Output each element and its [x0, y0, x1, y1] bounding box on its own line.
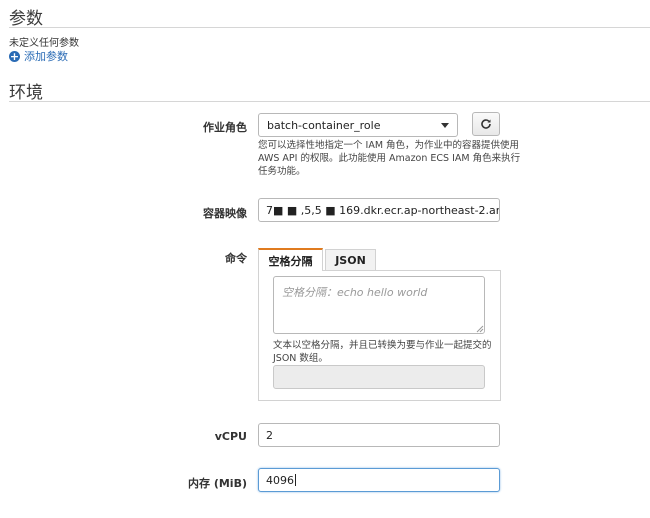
- container-image-label: 容器映像: [203, 207, 247, 220]
- vcpu-value: 2: [266, 428, 273, 442]
- job-role-select[interactable]: batch-container_role: [258, 113, 458, 137]
- vcpu-input[interactable]: 2: [258, 423, 500, 447]
- job-role-value: batch-container_role: [267, 118, 381, 132]
- command-textarea[interactable]: 空格分隔：echo hello world: [273, 276, 485, 334]
- command-placeholder: 空格分隔：echo hello world: [282, 286, 428, 299]
- tab-space-delimited[interactable]: 空格分隔: [258, 248, 323, 271]
- vcpu-label: vCPU: [214, 430, 247, 443]
- chevron-down-icon: [441, 122, 449, 128]
- memory-label: 内存 (MiB): [188, 477, 247, 490]
- command-label: 命令: [225, 252, 247, 265]
- command-help-line: JSON 数组。: [273, 353, 328, 364]
- job-role-help-line: 任务功能。: [258, 166, 306, 177]
- tab-json-label: JSON: [335, 253, 366, 267]
- memory-input[interactable]: 4096: [258, 468, 500, 492]
- command-help: 文本以空格分隔，并且已转换为要与作业一起提交的 JSON 数组。: [273, 339, 492, 365]
- plus-circle-icon: +: [9, 49, 20, 63]
- tab-json[interactable]: JSON: [325, 249, 376, 271]
- job-role-help: 您可以选择性地指定一个 IAM 角色，为作业中的容器提供使用 AWS API 的…: [258, 139, 520, 178]
- params-empty-text: 未定义任何参数: [9, 38, 79, 49]
- container-image-input[interactable]: 7■ ■ ,5,5 ■ 169.dkr.ecr.ap-northeast-2.a…: [258, 198, 500, 222]
- refresh-button[interactable]: [472, 112, 500, 136]
- refresh-icon: [481, 119, 491, 129]
- command-preview-field: [273, 365, 485, 389]
- memory-value: 4096: [266, 473, 294, 487]
- params-divider: [9, 27, 650, 28]
- add-parameter-link[interactable]: + 添加参数: [9, 48, 68, 64]
- params-section-title: 参数: [9, 9, 43, 29]
- environment-section-title: 环境: [9, 83, 43, 103]
- command-help-line: 文本以空格分隔，并且已转换为要与作业一起提交的: [273, 340, 492, 351]
- resize-handle-icon[interactable]: [476, 325, 484, 333]
- job-role-help-line: AWS API 的权限。此功能使用 Amazon ECS IAM 角色来执行: [258, 153, 521, 164]
- environment-divider: [9, 101, 650, 102]
- job-role-help-line: 您可以选择性地指定一个 IAM 角色，为作业中的容器提供使用: [258, 140, 520, 151]
- job-role-label: 作业角色: [203, 121, 247, 134]
- text-cursor: [295, 474, 296, 486]
- tab-space-delimited-label: 空格分隔: [268, 254, 313, 268]
- container-image-value: 7■ ■ ,5,5 ■ 169.dkr.ecr.ap-northeast-2.a…: [266, 203, 499, 217]
- add-parameter-label: 添加参数: [24, 50, 68, 63]
